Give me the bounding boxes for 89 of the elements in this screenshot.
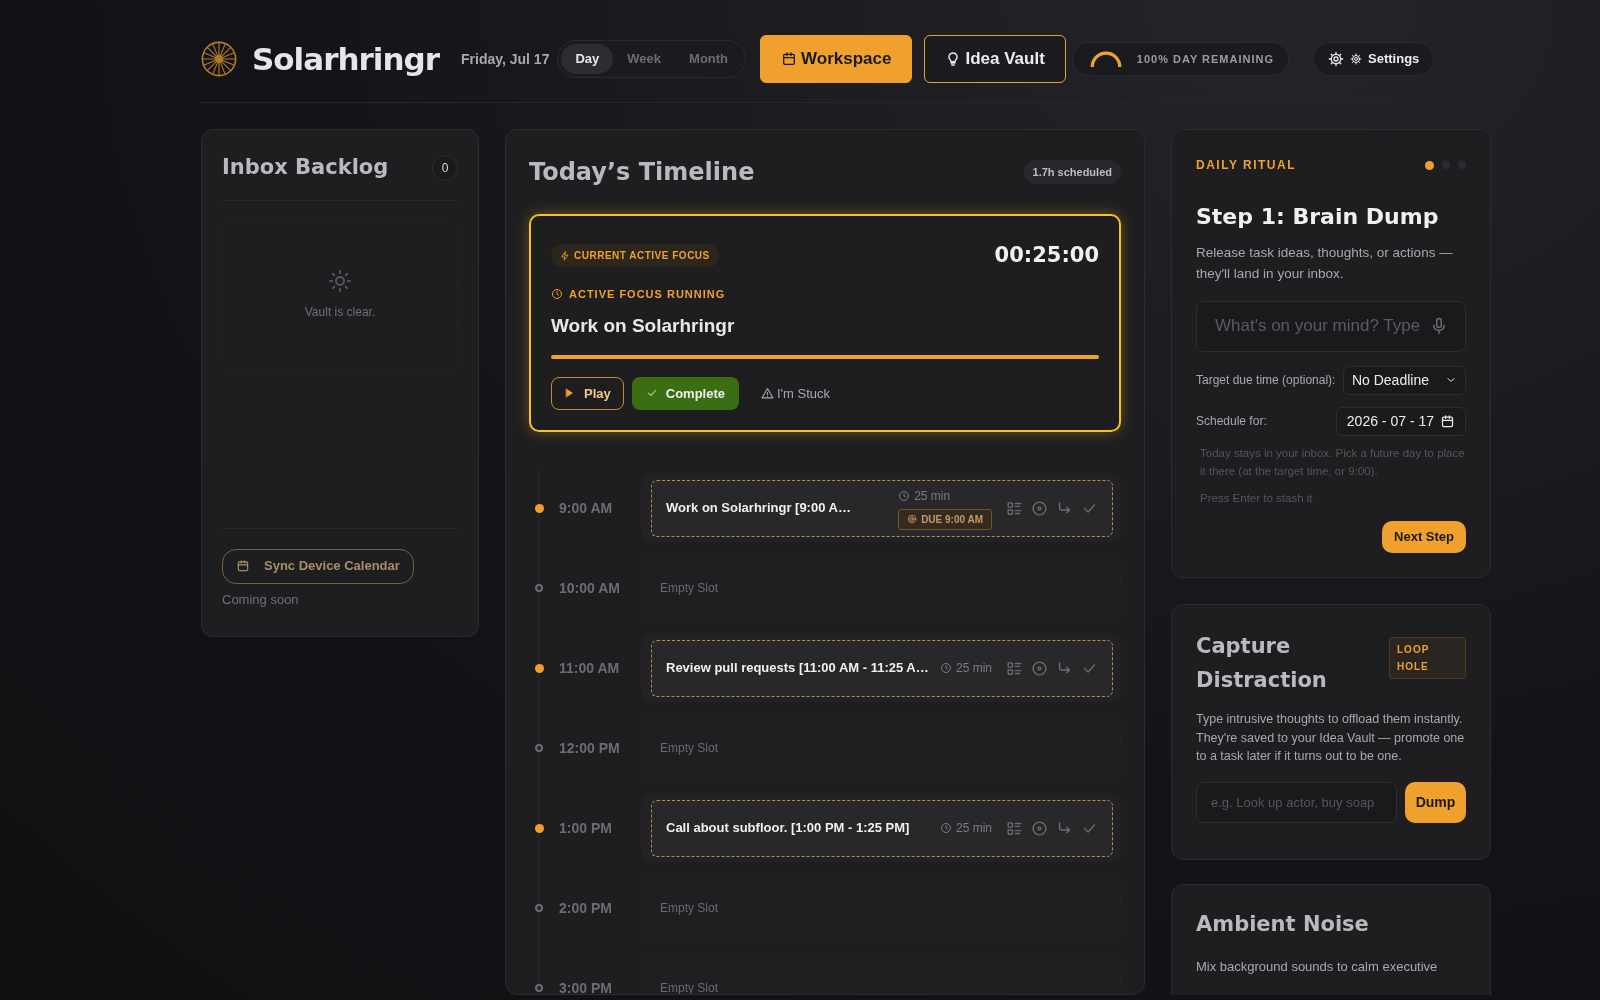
list-icon[interactable] [1006, 819, 1023, 837]
clock-icon [939, 822, 952, 834]
focus-badge: CURRENT ACTIVE FOCUS [551, 244, 719, 268]
step-title: Step 1: Brain Dump [1196, 203, 1440, 231]
sync-calendar-button[interactable]: Sync Device Calendar [222, 548, 414, 584]
day-remaining-label: 100% DAY REMAINING [1136, 51, 1275, 67]
gear-icon [1350, 53, 1363, 65]
distraction-field[interactable]: e.g. Look up actor, buy soap [1196, 782, 1397, 824]
time-label: 9:00 AM [558, 498, 614, 518]
focus-task-title: Work on Solarhringr [551, 314, 736, 338]
brain-dump-field[interactable]: What's on your mind? Type [1196, 300, 1466, 352]
clock-icon [551, 287, 563, 300]
duration-label: 25 min [914, 487, 951, 505]
duration-label: 25 min [955, 660, 992, 677]
day-arc-icon [1088, 50, 1123, 68]
warning-icon [761, 386, 774, 400]
task-title: Review pull requests [11:00 AM - 11:25 A… [666, 659, 929, 678]
sun-icon [328, 268, 352, 293]
step-dot[interactable] [1425, 160, 1434, 170]
target-icon [907, 514, 918, 524]
next-step-button[interactable]: Next Step [1382, 521, 1466, 553]
clock-icon [898, 489, 911, 502]
clock-icon [939, 662, 952, 674]
microphone-icon [1430, 316, 1448, 335]
date-field[interactable]: 2026 - 07 - 17 [1335, 406, 1466, 436]
duration-label: 25 min [955, 820, 992, 837]
focus-status: ACTIVE FOCUS RUNNING [569, 286, 726, 302]
panel-description: Type intrusive thoughts to offload them instantly. They're saved to your Idea Vault — promote one to a task later if it turns out to be one. [1196, 710, 1466, 766]
timeline-dot [534, 663, 544, 673]
timeline-dot [534, 503, 544, 513]
timeline-dot [535, 904, 543, 912]
settings-button[interactable]: Settings [1313, 42, 1435, 76]
brand-name: Solarhringr [252, 39, 439, 79]
list-icon[interactable] [1006, 499, 1023, 517]
task-title: Work on Solarhringr [9:00 A… [666, 499, 851, 518]
wheel-logo-icon [200, 40, 238, 78]
gear-icon [1328, 51, 1345, 67]
count-badge: 0 [432, 154, 458, 181]
timeline-dot [535, 744, 543, 752]
play-button[interactable]: Play [551, 376, 624, 410]
task-card[interactable]: Review pull requests [11:00 AM - 11:25 A… 25 min [651, 639, 1113, 697]
timeline-dot [535, 584, 543, 592]
calendar-icon [1440, 413, 1455, 429]
dump-button[interactable]: Dump [1405, 782, 1466, 824]
time-label: 10:00 AM [558, 578, 621, 598]
view-tab[interactable]: Day [561, 44, 614, 74]
due-time-select[interactable]: No Deadline [1342, 365, 1466, 395]
date-label: Friday, Jul 17 [461, 49, 550, 69]
play-icon [564, 388, 574, 399]
field-label: Target due time (optional): [1196, 372, 1336, 390]
time-label: 11:00 AM [558, 658, 621, 678]
task-title: Call about subfloor. [1:00 PM - 1:25 PM] [666, 819, 910, 838]
panel-description: Mix background sounds to calm executive [1196, 957, 1439, 976]
time-label: 1:00 PM [558, 818, 613, 838]
time-label: 2:00 PM [558, 898, 613, 918]
step-description: Release task ideas, thoughts, or actions — they'll land in your inbox. [1196, 244, 1454, 283]
timeline-dot [534, 823, 544, 833]
target-icon[interactable] [1031, 499, 1048, 517]
idea-vault-button[interactable]: Idea Vault [924, 35, 1066, 83]
empty-message: Vault is clear. [304, 303, 376, 321]
due-badge: DUE 9:00 AM [898, 508, 992, 530]
loophole-tag: LOOP HOLE [1389, 636, 1466, 679]
calendar-icon [781, 51, 798, 67]
time-label: 12:00 PM [558, 738, 621, 758]
scheduled-badge: 1.7h scheduled [1023, 159, 1121, 185]
bolt-icon [560, 250, 570, 261]
time-label: 3:00 PM [558, 978, 613, 994]
focus-timer: 00:25:00 [994, 242, 1099, 269]
task-card[interactable]: Call about subfloor. [1:00 PM - 1:25 PM] 25 min [651, 799, 1113, 857]
calendar-icon [236, 559, 250, 574]
target-icon[interactable] [1031, 659, 1048, 677]
panel-title: Inbox Backlog [222, 154, 389, 181]
empty-slot-label: Empty Slot [659, 900, 719, 917]
empty-slot-label: Empty Slot [659, 980, 719, 994]
panel-title: Ambient Noise [1196, 911, 1370, 939]
panel-title: Today’s Timeline [529, 157, 755, 188]
empty-slot-label: Empty Slot [659, 580, 719, 597]
field-label: Schedule for: [1196, 413, 1267, 431]
timeline-dot [535, 984, 543, 992]
empty-slot-label: Empty Slot [659, 740, 719, 757]
coming-soon-note: Coming soon [222, 591, 299, 607]
target-icon[interactable] [1031, 819, 1048, 837]
complete-button[interactable]: Complete [631, 376, 739, 410]
list-icon[interactable] [1006, 659, 1023, 677]
task-card[interactable]: Work on Solarhringr [9:00 A… 25 min DUE 9:00 AM [651, 479, 1113, 537]
workspace-button[interactable]: Workspace [760, 35, 913, 83]
panel-title: Capture Distraction [1196, 632, 1328, 695]
section-label: DAILY RITUAL [1196, 157, 1296, 174]
stuck-button[interactable]: I'm Stuck [755, 382, 837, 404]
